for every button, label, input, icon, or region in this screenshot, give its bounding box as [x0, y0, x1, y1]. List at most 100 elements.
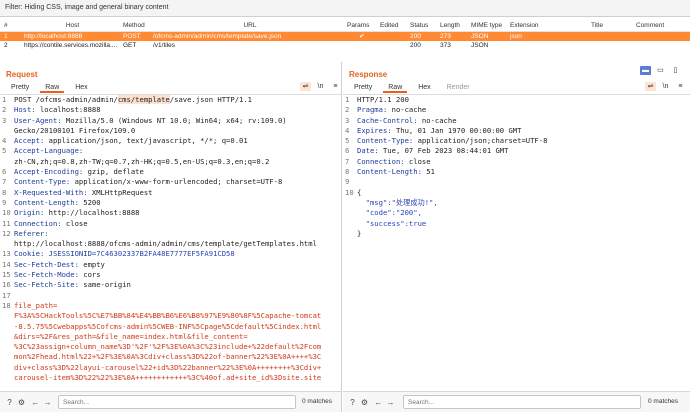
cookie-value: 7C46302337B2FA48E7777EF5FA91CD58: [96, 249, 235, 259]
back-icon[interactable]: ←: [31, 398, 40, 407]
row-length: 373: [440, 42, 451, 49]
col-length[interactable]: Length: [440, 20, 468, 32]
line-number: 16: [2, 280, 11, 290]
newline-icon[interactable]: \n: [315, 82, 326, 91]
request-editor-icons: ⇌ \n ≡: [298, 82, 341, 91]
line-number: 4: [345, 125, 350, 135]
header-value: 51: [421, 167, 435, 177]
col-extension[interactable]: Extension: [510, 20, 550, 32]
col-edited[interactable]: Edited: [380, 20, 408, 32]
header-key: Content-Type:: [14, 177, 71, 187]
col-comment[interactable]: Comment: [636, 20, 690, 32]
tab-pretty[interactable]: Pretty: [6, 83, 34, 93]
tab-raw[interactable]: Raw: [383, 83, 408, 93]
table-row[interactable]: 1 http://localhost:8888 POST /ofcms-admi…: [0, 32, 690, 41]
line-number: 3: [2, 115, 7, 125]
response-title: Response: [349, 70, 388, 79]
forward-icon[interactable]: →: [43, 398, 52, 407]
body-param: file_path=: [14, 300, 58, 310]
col-method[interactable]: Method: [123, 20, 157, 32]
header-value: no-cache: [417, 115, 457, 125]
table-row[interactable]: 2 https://contile.services.mozilla.... G…: [0, 41, 690, 50]
request-title: Request: [6, 70, 38, 79]
editor-line: &dirs=%2F&res_path=&file_name=index.html…: [0, 332, 341, 342]
body-param: F%3A%5CHackTools%5C%E7%BB%84%E4%BB%B6%E6…: [14, 311, 322, 321]
wrap-lines-icon[interactable]: ⇌: [300, 82, 311, 91]
line-number: 2: [2, 105, 7, 115]
highlight-text: cms/template: [117, 95, 170, 104]
col-url[interactable]: URL: [230, 20, 270, 32]
header-value: application/json, text/javascript, */*; …: [44, 136, 248, 146]
response-editor[interactable]: 1 HTTP/1.1 200 2 Pragma: no-cache 3 Cache-C…: [343, 95, 690, 392]
back-icon[interactable]: ←: [374, 398, 383, 407]
tab-raw[interactable]: Raw: [40, 83, 65, 93]
line-number: 1: [2, 95, 7, 104]
status-line: HTTP/1.1 200: [357, 95, 409, 104]
line-number: 4: [2, 136, 7, 146]
editor-line: 4 Expires: Thu, 01 Jan 1970 00:00:00 GMT: [343, 126, 690, 136]
editor-line: 12 Referer:: [0, 229, 341, 239]
col-params[interactable]: Params: [347, 20, 377, 32]
header-key: Content-Type:: [357, 136, 414, 146]
filter-bar[interactable]: Filter: Hiding CSS, image and general bi…: [0, 0, 690, 17]
editor-line: 10{: [343, 188, 690, 198]
header-value: close: [404, 156, 431, 166]
col-title[interactable]: Title: [577, 20, 617, 32]
newline-icon[interactable]: \n: [660, 82, 671, 91]
settings-icon[interactable]: ⚙: [17, 398, 26, 407]
header-value: Mozilla/5.0 (Windows NT 10.0; Win64; x64…: [61, 115, 287, 125]
header-value: gzip, deflate: [83, 167, 144, 177]
line-number: 9: [345, 177, 350, 187]
col-status[interactable]: Status: [410, 20, 438, 32]
body-param: div+class%3D%22layui-carousel%22+id%3D%2…: [14, 362, 322, 372]
header-value: 5200: [78, 197, 101, 207]
menu-icon[interactable]: ≡: [675, 82, 686, 91]
row-host: http://localhost:8888: [24, 33, 83, 40]
col-num[interactable]: #: [4, 20, 24, 32]
response-editor-icons: ⇌ \n ≡: [643, 82, 686, 91]
help-icon[interactable]: ?: [348, 398, 357, 407]
layout-single-icon[interactable]: ▯: [670, 66, 681, 75]
header-value: XMLHttpRequest: [87, 187, 153, 197]
row-mime: JSON: [471, 42, 489, 49]
tab-pretty[interactable]: Pretty: [349, 83, 377, 93]
editor-line: zh-CN,zh;q=0.8,zh-TW;q=0.7,zh-HK;q=0.5,e…: [0, 157, 341, 167]
header-value: same-origin: [78, 280, 131, 290]
editor-line: div+class%3D%22layui-carousel%22+id%3D%2…: [0, 363, 341, 373]
row-length: 273: [440, 33, 451, 40]
request-line-rest: /save.json HTTP/1.1: [169, 95, 253, 104]
line-number: 14: [2, 259, 11, 269]
row-num: 2: [4, 42, 8, 49]
editor-line: 2 Host: localhost:8888: [0, 105, 341, 115]
body-param: %3C%23assign+column_name%3D'%2F'%2F%3E%0…: [14, 342, 322, 352]
response-search-bar: ? ⚙ ← → 0 matches: [343, 391, 690, 412]
wrap-lines-icon[interactable]: ⇌: [645, 82, 656, 91]
header-key: Content-Length:: [14, 197, 79, 207]
search-input[interactable]: [403, 395, 641, 409]
col-mime[interactable]: MIME type: [471, 20, 507, 32]
forward-icon[interactable]: →: [386, 398, 395, 407]
header-key: Accept-Language:: [14, 146, 84, 156]
line-number: 5: [345, 136, 350, 146]
row-method: GET: [123, 42, 137, 49]
line-number: 10: [2, 208, 11, 218]
line-number: 7: [345, 156, 350, 166]
tab-hex[interactable]: Hex: [413, 83, 435, 93]
editor-line: 11 Connection: close: [0, 219, 341, 229]
menu-icon[interactable]: ≡: [330, 82, 341, 91]
tab-render[interactable]: Render: [442, 83, 475, 93]
settings-icon[interactable]: ⚙: [360, 398, 369, 407]
tab-hex[interactable]: Hex: [70, 83, 92, 93]
editor-line: 7 Connection: close: [343, 157, 690, 167]
row-extension: json: [510, 33, 522, 40]
col-host[interactable]: Host: [45, 20, 100, 32]
editor-line: %3C%23assign+column_name%3D'%2F'%2F%3E%0…: [0, 342, 341, 352]
search-input[interactable]: [58, 395, 296, 409]
help-icon[interactable]: ?: [5, 398, 14, 407]
line-number: 17: [2, 290, 11, 300]
editor-line: 9: [343, 177, 690, 187]
layout-horizontal-icon[interactable]: ▭: [655, 66, 666, 75]
layout-split-icon[interactable]: ▬: [640, 66, 651, 75]
json-pair: "code":"200",: [357, 208, 422, 218]
request-editor[interactable]: 1 POST /ofcms-admin/admin/cms/template/sa…: [0, 95, 341, 392]
